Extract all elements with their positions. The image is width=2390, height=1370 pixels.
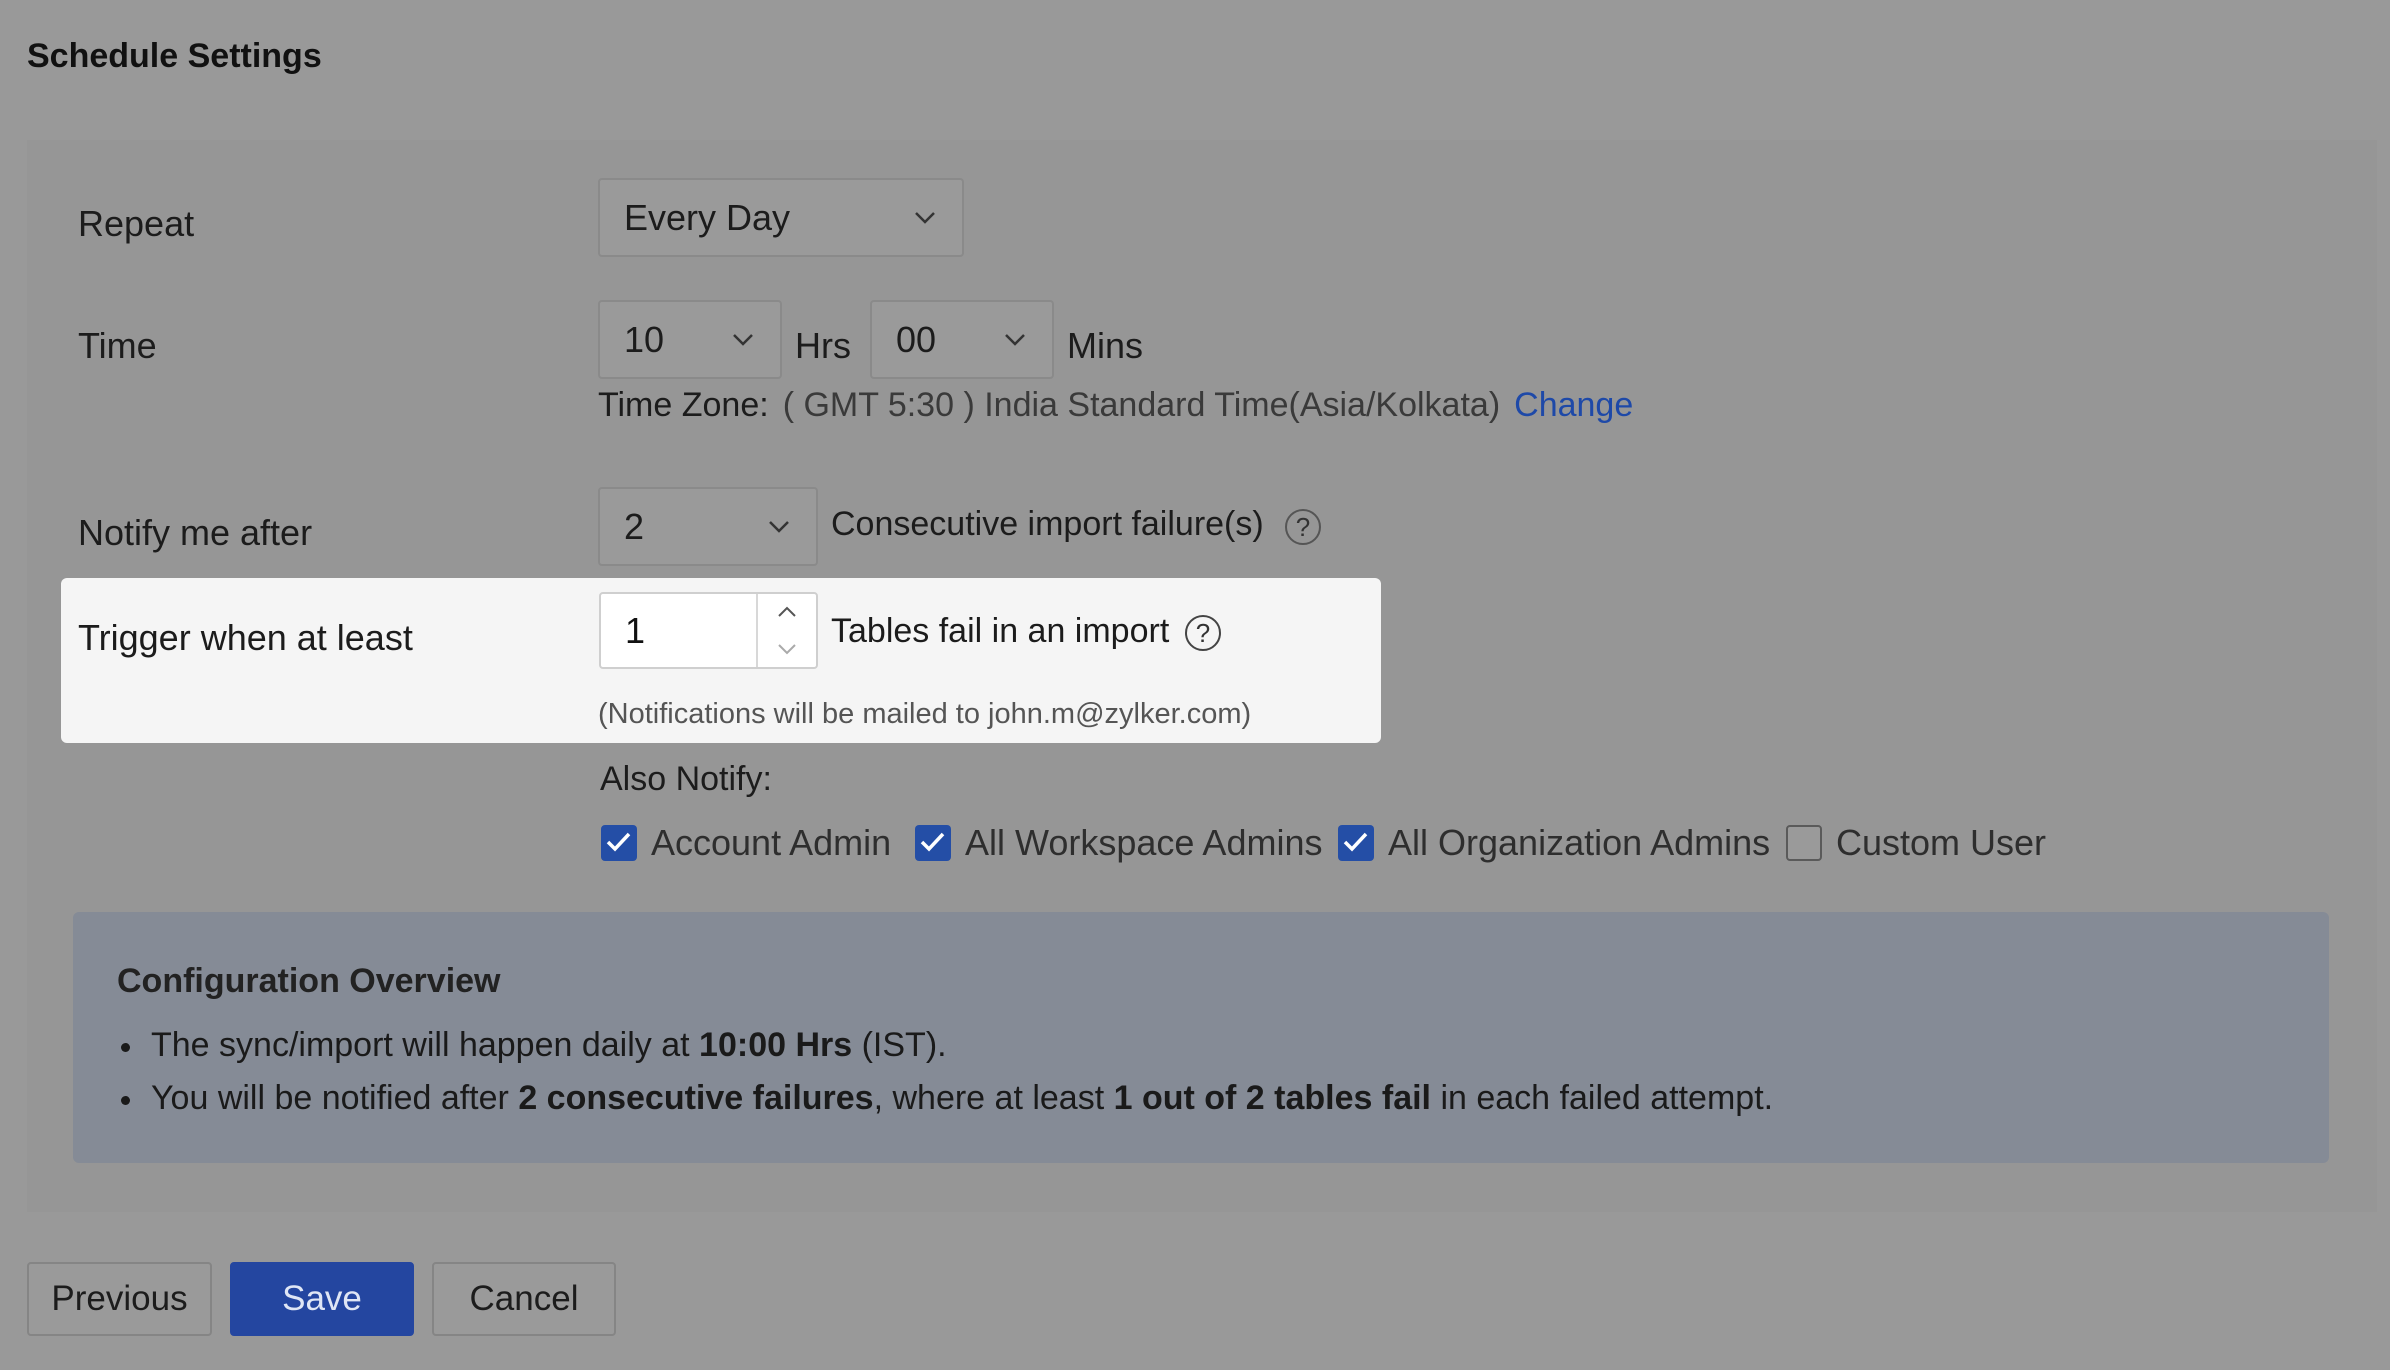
trigger-suffix: Tables fail in an import <box>831 612 1170 650</box>
time-label: Time <box>78 325 157 366</box>
repeat-select[interactable]: Every Day <box>598 178 964 257</box>
notification-email-note: (Notifications will be mailed to john.m@… <box>598 698 1252 730</box>
overview-failures: 2 consecutive failures <box>518 1079 874 1117</box>
checkbox-label: All Workspace Admins <box>965 822 1323 863</box>
timezone-row: Time Zone: ( GMT 5:30 ) India Standard T… <box>598 386 1633 425</box>
also-notify-label: Also Notify: <box>600 760 772 798</box>
overview-time: 10:00 Hrs <box>699 1026 853 1064</box>
checkbox-label: All Organization Admins <box>1388 822 1771 863</box>
previous-button[interactable]: Previous <box>27 1262 212 1336</box>
custom-user-checkbox[interactable]: Custom User <box>1786 822 2046 864</box>
repeat-label: Repeat <box>78 203 195 244</box>
overview-text: (IST). <box>852 1026 947 1064</box>
overview-text: , where at least <box>873 1079 1114 1117</box>
increment-button[interactable] <box>758 594 816 631</box>
overview-line-schedule: The sync/import will happen daily at 10:… <box>151 1026 947 1065</box>
stepper-controls <box>756 594 816 667</box>
timezone-value: ( GMT 5:30 ) India Standard Time(Asia/Ko… <box>782 386 1501 424</box>
checkbox-checked-icon <box>1338 825 1374 861</box>
organization-admins-checkbox[interactable]: All Organization Admins <box>1338 822 1770 864</box>
trigger-label: Trigger when at least <box>78 617 413 658</box>
minutes-select-value: 00 <box>896 318 937 360</box>
repeat-select-value: Every Day <box>624 196 791 238</box>
overview-tables: 1 out of 2 tables fail <box>1113 1079 1431 1117</box>
bullet-icon <box>121 1096 130 1105</box>
checkbox-checked-icon <box>601 825 637 861</box>
save-button[interactable]: Save <box>230 1262 414 1336</box>
decrement-button[interactable] <box>758 631 816 668</box>
change-timezone-link[interactable]: Change <box>1514 386 1633 425</box>
overview-line-notification: You will be notified after 2 consecutive… <box>151 1079 1773 1118</box>
workspace-admins-checkbox[interactable]: All Workspace Admins <box>915 822 1322 864</box>
checkbox-unchecked-icon <box>1786 825 1822 861</box>
notify-suffix: Consecutive import failure(s) <box>831 505 1264 543</box>
overview-title: Configuration Overview <box>117 962 501 1000</box>
help-icon[interactable]: ? <box>1285 509 1321 545</box>
notify-count-value: 2 <box>624 505 645 547</box>
trigger-count-stepper[interactable]: 1 <box>599 592 818 669</box>
checkbox-label: Custom User <box>1836 822 2047 863</box>
hours-select[interactable]: 10 <box>598 300 782 379</box>
minutes-unit: Mins <box>1067 325 1144 366</box>
chevron-up-icon <box>778 606 796 617</box>
minutes-select[interactable]: 00 <box>870 300 1054 379</box>
cancel-button[interactable]: Cancel <box>432 1262 616 1336</box>
trigger-count-value: 1 <box>625 609 646 651</box>
hours-select-value: 10 <box>624 318 665 360</box>
chevron-down-icon <box>778 644 796 655</box>
overview-text: in each failed attempt. <box>1431 1079 1774 1117</box>
overview-text: The sync/import will happen daily at <box>151 1026 700 1064</box>
hours-unit: Hrs <box>795 325 851 366</box>
checkbox-label: Account Admin <box>651 822 892 863</box>
help-icon[interactable]: ? <box>1185 615 1221 651</box>
notify-label: Notify me after <box>78 512 313 553</box>
bullet-icon <box>121 1043 130 1052</box>
notify-count-select[interactable]: 2 <box>598 487 818 566</box>
timezone-label: Time Zone: <box>598 386 769 424</box>
chevron-down-icon <box>732 333 754 347</box>
checkbox-checked-icon <box>915 825 951 861</box>
chevron-down-icon <box>914 211 936 225</box>
chevron-down-icon <box>768 520 790 534</box>
chevron-down-icon <box>1004 333 1026 347</box>
page-title: Schedule Settings <box>27 37 322 75</box>
overview-text: You will be notified after <box>151 1079 519 1117</box>
account-admin-checkbox[interactable]: Account Admin <box>601 822 891 864</box>
